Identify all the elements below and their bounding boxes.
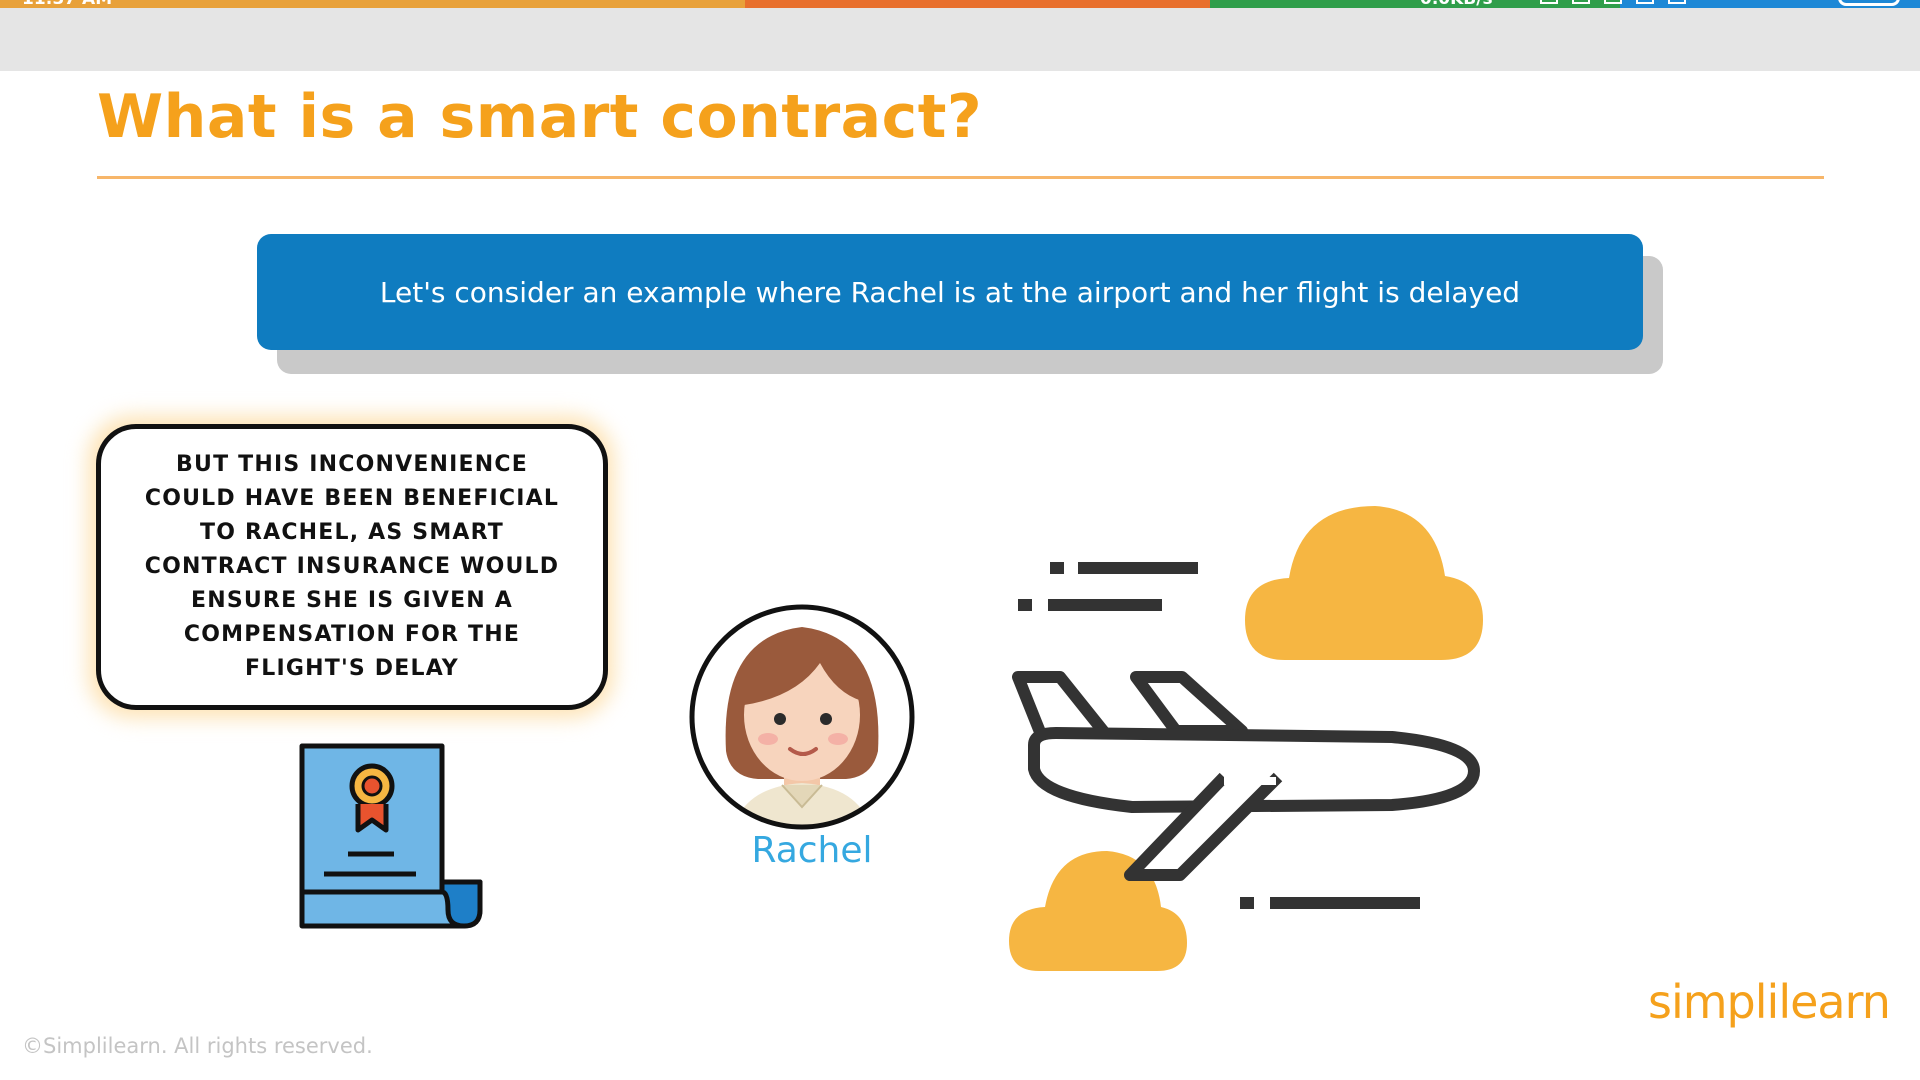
wifi-icon bbox=[1668, 0, 1686, 4]
bubble-text: But this inconvenience could have been b… bbox=[144, 452, 560, 681]
status-net-speed: 0.0KB/s bbox=[1420, 0, 1493, 8]
airplane-icon bbox=[1012, 562, 1480, 909]
title-divider bbox=[97, 176, 1824, 179]
status-time: 11:37 AM bbox=[22, 0, 112, 8]
banner-text: Let's consider an example where Rachel i… bbox=[379, 275, 1521, 309]
character-name: Rachel bbox=[751, 830, 873, 871]
info-banner: Let's consider an example where Rachel i… bbox=[257, 234, 1643, 350]
insurance-certificate-icon bbox=[299, 743, 483, 929]
signal-icon-2 bbox=[1636, 0, 1654, 4]
slide-title: What is a smart contract? bbox=[97, 82, 983, 152]
app-top-bar bbox=[0, 8, 1920, 71]
alarm-icon bbox=[1572, 0, 1590, 4]
simplilearn-logo: simplilearn bbox=[1648, 975, 1891, 1029]
copyright-text: ©Simplilearn. All rights reserved. bbox=[22, 1034, 373, 1058]
speech-bubble: But this inconvenience could have been b… bbox=[96, 424, 608, 710]
battery-icon bbox=[1838, 0, 1900, 6]
rachel-avatar-icon bbox=[689, 604, 915, 830]
status-icons bbox=[1540, 0, 1686, 4]
notification-icon bbox=[1540, 0, 1558, 4]
signal-icon bbox=[1604, 0, 1622, 4]
